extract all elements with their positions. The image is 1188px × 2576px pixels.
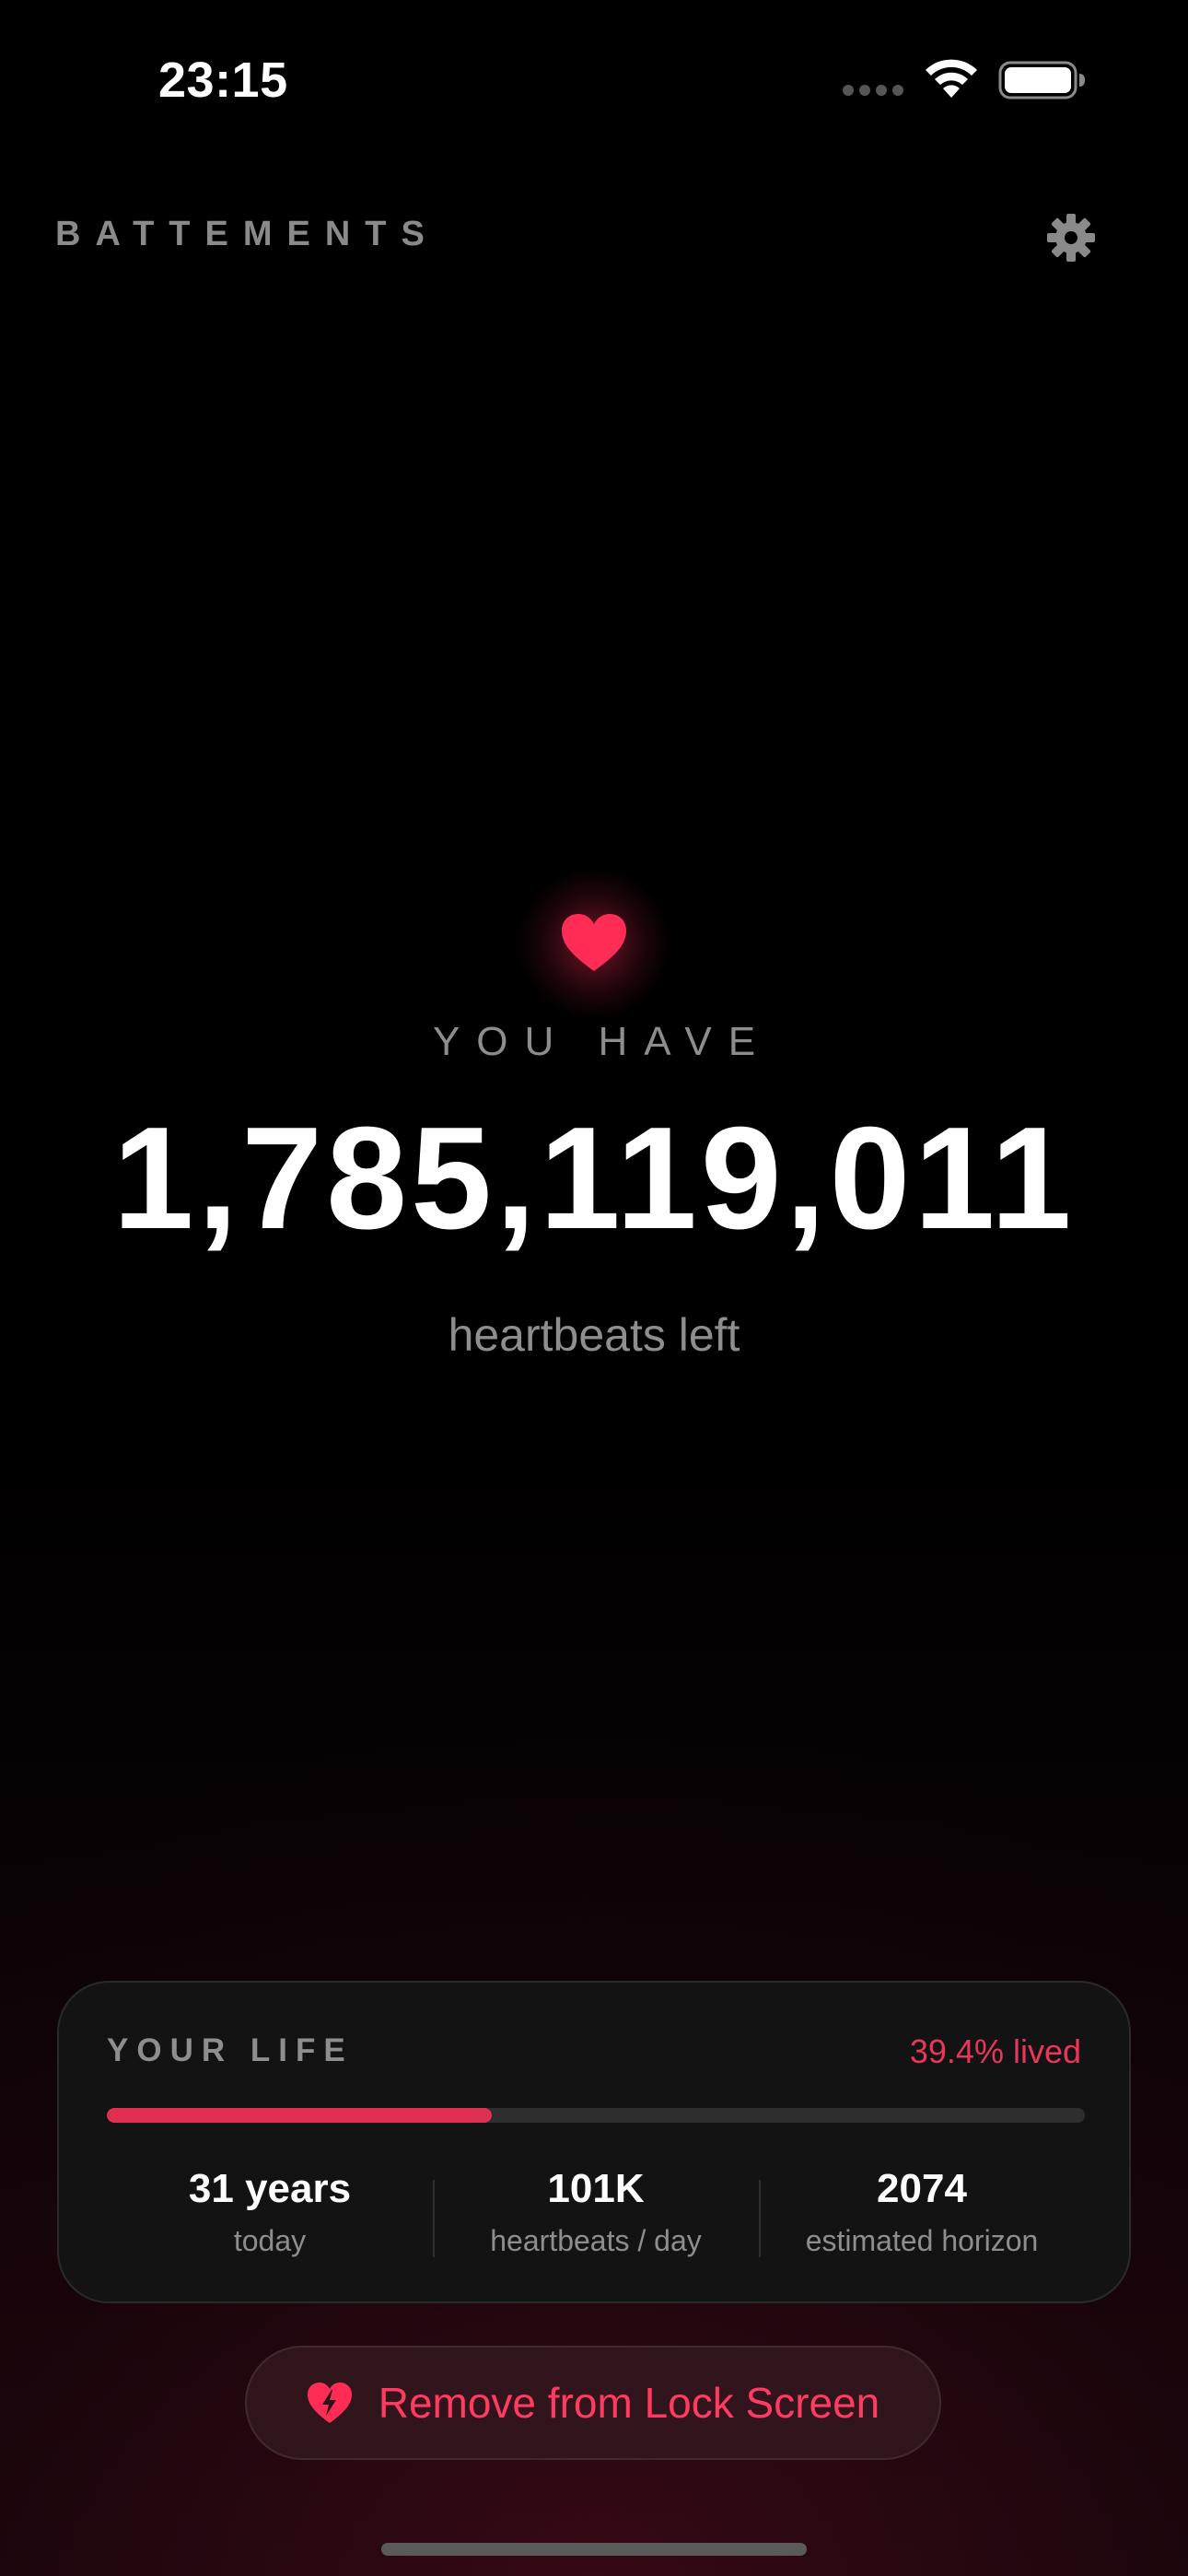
home-indicator[interactable] — [381, 2543, 807, 2556]
heart-icon — [562, 914, 626, 971]
you-have-label: YOU HAVE — [432, 1019, 773, 1064]
app-screen: 23:15 BATTEMENTS YOU HAVE 1,785,119,011 … — [0, 0, 1188, 2576]
stat-heartbeats-value: 101K — [547, 2166, 645, 2211]
stat-age-label: today — [233, 2224, 307, 2258]
stat-age-value: 31 years — [188, 2166, 352, 2211]
remove-from-lock-screen-label: Remove from Lock Screen — [378, 2379, 880, 2427]
stat-horizon: 2074 estimated horizon — [759, 2166, 1085, 2258]
life-progress-bar — [107, 2108, 1085, 2123]
percent-lived: 39.4% lived — [909, 2032, 1081, 2070]
status-time: 23:15 — [158, 53, 288, 108]
stat-heartbeats-label: heartbeats / day — [490, 2224, 702, 2258]
stat-horizon-label: estimated horizon — [805, 2224, 1039, 2258]
gear-icon — [1047, 214, 1095, 262]
heartbeats-left-count: 1,785,119,011 — [112, 1097, 1076, 1259]
wifi-icon — [926, 59, 977, 98]
your-life-card: YOUR LIFE 39.4% lived 31 years today 101… — [57, 1981, 1131, 2303]
stat-horizon-value: 2074 — [877, 2166, 967, 2211]
status-bar: 23:15 — [0, 0, 1188, 157]
heart-bolt-icon — [307, 2383, 352, 2423]
settings-button[interactable] — [1043, 210, 1099, 265]
stat-heartbeats-per-day: 101K heartbeats / day — [433, 2166, 759, 2258]
life-stats: 31 years today 101K heartbeats / day 207… — [107, 2166, 1085, 2268]
heartbeats-left-caption: heartbeats left — [448, 1309, 740, 1361]
app-title: BATTEMENTS — [55, 215, 439, 253]
battery-icon — [998, 61, 1085, 100]
signal-dots-icon — [843, 85, 905, 96]
stat-age: 31 years today — [107, 2166, 433, 2258]
life-progress-fill — [107, 2108, 493, 2123]
remove-from-lock-screen-button[interactable]: Remove from Lock Screen — [245, 2346, 941, 2460]
your-life-title: YOUR LIFE — [107, 2032, 354, 2068]
